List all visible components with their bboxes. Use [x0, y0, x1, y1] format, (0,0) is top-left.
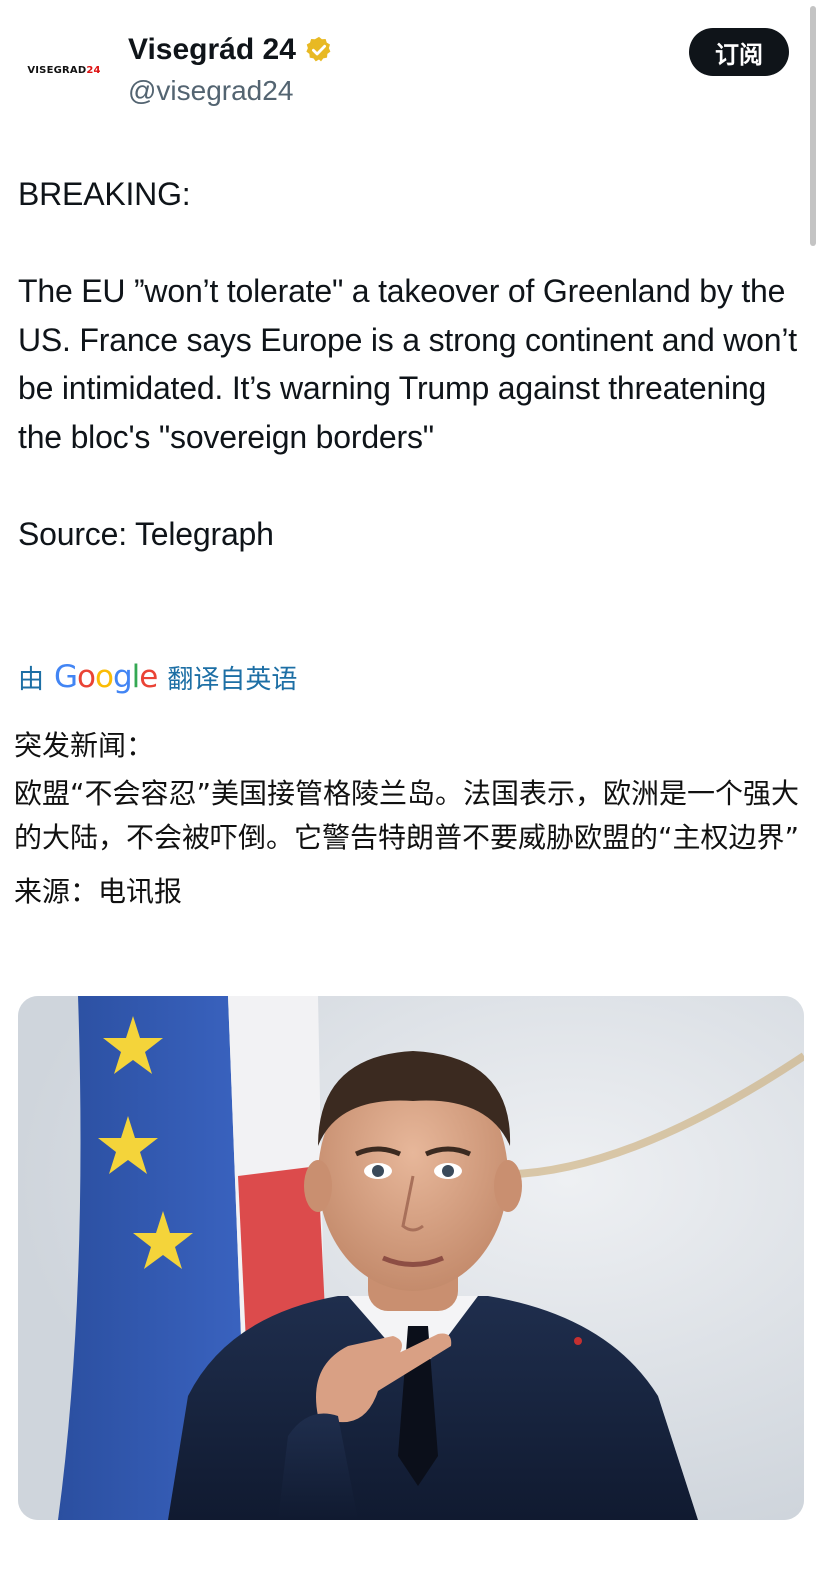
- translated-text: 突发新闻： 欧盟“不会容忍”美国接管格陵兰岛。法国表示，欧洲是一个强大的大陆，不…: [14, 724, 814, 924]
- photo-illustration: [18, 996, 804, 1520]
- tweet-line: BREAKING:: [18, 176, 191, 212]
- display-name-row[interactable]: Visegrád 24: [128, 33, 334, 67]
- handle[interactable]: @visegrad24: [128, 75, 293, 107]
- tweet-line: Source: Telegraph: [18, 515, 274, 552]
- tweet-text: BREAKING: The EU ”won’t tolerate" a take…: [18, 170, 808, 558]
- verified-badge-icon: [306, 36, 331, 62]
- scrollbar[interactable]: [810, 6, 816, 246]
- translate-suffix: 翻译自英语: [167, 663, 298, 694]
- tweet-line: The EU ”won’t tolerate" a takeover of Gr…: [18, 273, 797, 455]
- translation-line: 突发新闻：: [14, 729, 155, 762]
- avatar[interactable]: VISEGRAD24: [18, 40, 110, 100]
- tweet-photo[interactable]: [18, 996, 804, 1520]
- subscribe-button[interactable]: 订阅: [689, 28, 789, 76]
- translate-prefix: 由: [18, 663, 45, 694]
- translation-line: 欧盟“不会容忍”美国接管格陵兰岛。法国表示，欧洲是一个强大的大陆，不会被吓倒。它…: [14, 777, 800, 854]
- translation-line: 来源：电讯报: [14, 875, 183, 908]
- translate-attribution[interactable]: 由 Google 翻译自英语: [18, 655, 297, 699]
- display-name[interactable]: Visegrád 24: [128, 33, 296, 67]
- avatar-logo: VISEGRAD24: [27, 64, 101, 76]
- google-logo: Google: [54, 659, 158, 695]
